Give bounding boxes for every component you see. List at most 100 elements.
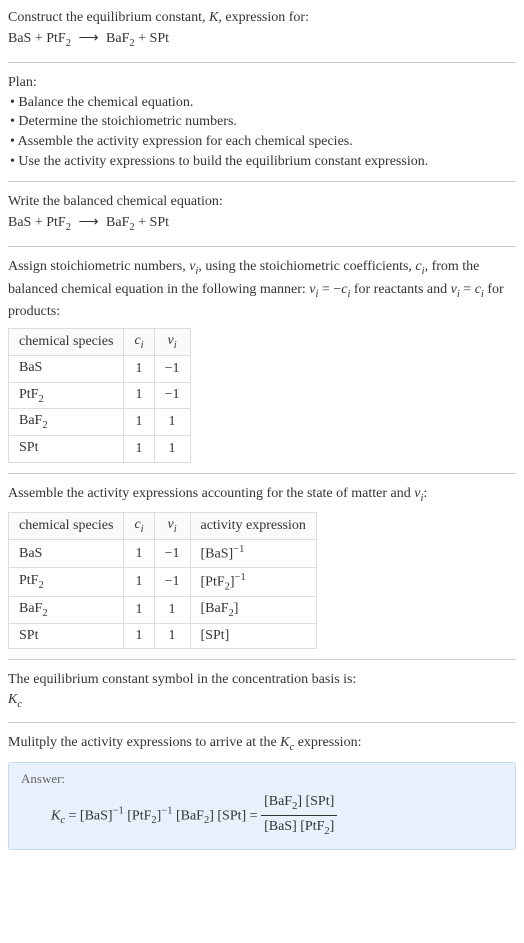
- table-header-row: chemical species ci νi: [9, 328, 191, 355]
- col-activity: activity expression: [190, 513, 316, 540]
- cell-species: BaF2: [9, 409, 124, 436]
- superscript: −1: [233, 544, 244, 555]
- species: BaF: [106, 31, 129, 46]
- divider: [8, 62, 516, 63]
- cell-activity: [PtF2]−1: [190, 567, 316, 596]
- cell-species: SPt: [9, 436, 124, 463]
- table-row: BaS 1 −1: [9, 355, 191, 382]
- subscript: i: [174, 340, 177, 351]
- subscript: c: [17, 698, 22, 709]
- cell-nu: 1: [154, 409, 190, 436]
- answer-equation: Kc = [BaS]−1 [PtF2]−1 [BaF2] [SPt] = [Ba…: [21, 791, 503, 841]
- plus: +: [31, 31, 46, 46]
- species: BaS: [8, 215, 31, 230]
- kc-symbol: Kc: [8, 690, 516, 712]
- cell-nu: −1: [154, 382, 190, 409]
- stoich-section: Assign stoichiometric numbers, νi, using…: [8, 257, 516, 463]
- superscript: −1: [235, 572, 246, 583]
- subscript: 2: [38, 580, 43, 591]
- cell-nu: 1: [154, 436, 190, 463]
- cell-c: 1: [124, 597, 154, 624]
- cell-c: 1: [124, 624, 154, 649]
- text: BaF: [19, 601, 42, 616]
- cell-c: 1: [124, 382, 154, 409]
- subscript: 2: [66, 37, 71, 48]
- table-row: PtF2 1 −1: [9, 382, 191, 409]
- answer-label: Answer:: [21, 771, 503, 787]
- table-row: SPt 1 1 [SPt]: [9, 624, 317, 649]
- balanced-equation: BaS + PtF2 ⟶ BaF2 + SPt: [8, 212, 516, 237]
- text: [BaS]: [201, 547, 234, 562]
- superscript: −1: [161, 805, 172, 816]
- text: for reactants and: [350, 282, 450, 297]
- var-k: K: [280, 735, 289, 750]
- table-row: BaS 1 −1 [BaS]−1: [9, 540, 317, 568]
- balanced-section: Write the balanced chemical equation: Ba…: [8, 192, 516, 236]
- divider: [8, 659, 516, 660]
- table-row: SPt 1 1: [9, 436, 191, 463]
- text: expression:: [294, 735, 361, 750]
- cell-species: SPt: [9, 624, 124, 649]
- numerator: [BaF2] [SPt]: [261, 791, 337, 817]
- plan-bullet: • Assemble the activity expression for e…: [8, 132, 516, 152]
- text: Construct the equilibrium constant,: [8, 10, 209, 25]
- subscript: 2: [42, 420, 47, 431]
- text: BaS: [19, 546, 42, 561]
- col-ci: ci: [124, 513, 154, 540]
- cell-species: BaS: [9, 540, 124, 568]
- text: SPt: [19, 440, 38, 455]
- symbol-section: The equilibrium constant symbol in the c…: [8, 670, 516, 712]
- divider: [8, 473, 516, 474]
- cell-c: 1: [124, 540, 154, 568]
- text: ] [SPt]: [297, 794, 334, 809]
- var-k: K: [209, 10, 218, 25]
- cell-c: 1: [124, 409, 154, 436]
- cell-activity: [SPt]: [190, 624, 316, 649]
- balanced-text: Write the balanced chemical equation:: [8, 192, 516, 212]
- text: PtF: [19, 573, 38, 588]
- text: PtF: [19, 387, 38, 402]
- cell-species: BaS: [9, 355, 124, 382]
- text: ] [SPt] =: [209, 808, 261, 823]
- text: =: [460, 282, 475, 297]
- cell-nu: −1: [154, 540, 190, 568]
- intro-section: Construct the equilibrium constant, K, e…: [8, 8, 516, 52]
- text: [BaF: [201, 601, 229, 616]
- cell-c: 1: [124, 436, 154, 463]
- plus: +: [31, 215, 46, 230]
- cell-nu: −1: [154, 355, 190, 382]
- cell-species: PtF2: [9, 567, 124, 596]
- text: [PtF: [124, 808, 152, 823]
- text: = −: [318, 282, 341, 297]
- col-nui: νi: [154, 328, 190, 355]
- col-species: chemical species: [9, 513, 124, 540]
- multiply-text: Mulitply the activity expressions to arr…: [8, 733, 516, 755]
- subscript: 2: [66, 222, 71, 233]
- text: [PtF: [201, 574, 225, 589]
- activity-text: Assemble the activity expressions accoun…: [8, 484, 516, 506]
- stoich-text: Assign stoichiometric numbers, νi, using…: [8, 257, 516, 322]
- text: [BaS] [PtF: [264, 819, 324, 834]
- arrow-icon: ⟶: [74, 31, 102, 46]
- subscript: 2: [38, 393, 43, 404]
- plan-bullet: • Determine the stoichiometric numbers.: [8, 112, 516, 132]
- cell-activity: [BaS]−1: [190, 540, 316, 568]
- col-nui: νi: [154, 513, 190, 540]
- plan-bullet: • Use the activity expressions to build …: [8, 152, 516, 172]
- activity-section: Assemble the activity expressions accoun…: [8, 484, 516, 649]
- text: = [BaS]: [65, 808, 113, 823]
- text: ]: [234, 601, 239, 616]
- subscript: i: [141, 340, 144, 351]
- superscript: −1: [113, 805, 124, 816]
- divider: [8, 722, 516, 723]
- plan-header: Plan:: [8, 73, 516, 93]
- text: , expression for:: [218, 10, 309, 25]
- cell-species: PtF2: [9, 382, 124, 409]
- plus: +: [135, 31, 150, 46]
- species: SPt: [150, 31, 169, 46]
- plus: +: [135, 215, 150, 230]
- fraction: [BaF2] [SPt][BaS] [PtF2]: [261, 791, 337, 841]
- divider: [8, 181, 516, 182]
- cell-c: 1: [124, 355, 154, 382]
- text: :: [423, 486, 427, 501]
